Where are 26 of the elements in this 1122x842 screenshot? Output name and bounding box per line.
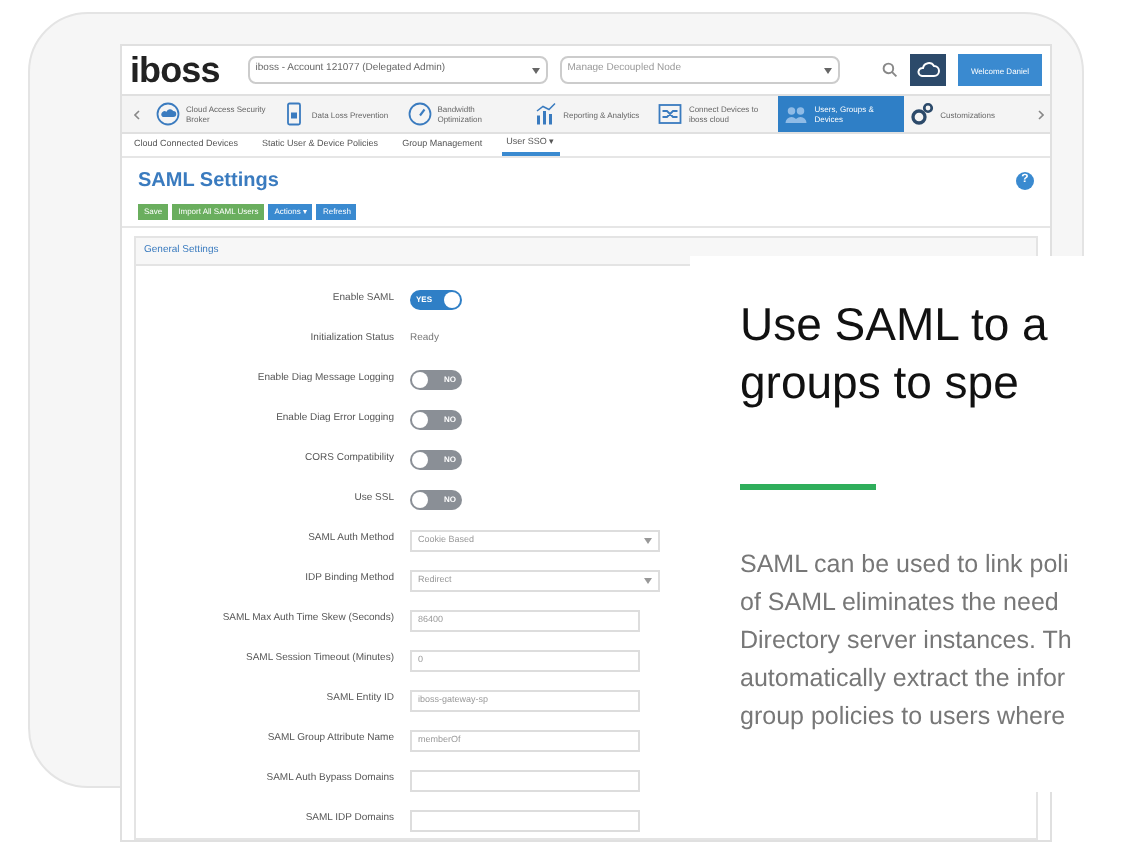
heading-line: Use SAML to a <box>740 296 1050 354</box>
cloud-icon <box>916 62 940 79</box>
search-icon[interactable] <box>882 62 898 79</box>
accent-rule <box>740 484 876 490</box>
cloud-icon <box>156 102 180 127</box>
logo: iboss <box>130 52 220 89</box>
paragraph-line: automatically extract the infor <box>740 662 1068 696</box>
paragraph-line: SAML can be used to link poli <box>740 548 1071 582</box>
input-field[interactable] <box>410 809 640 831</box>
page-title: SAML Settings <box>138 168 279 196</box>
arrows-box-icon <box>658 102 683 127</box>
caret-icon <box>644 537 652 543</box>
caret-icon <box>644 577 652 583</box>
chevron-right-icon[interactable] <box>1037 109 1043 120</box>
chevron-left-icon[interactable] <box>133 109 139 120</box>
bar-chart-icon <box>533 102 558 127</box>
paragraph-line: of SAML eliminates the need <box>740 586 1061 620</box>
caret-icon <box>531 67 540 74</box>
people-icon <box>784 102 809 127</box>
paragraph-line: group policies to users where <box>740 700 1068 734</box>
input-field[interactable] <box>410 769 640 791</box>
cloud-button[interactable] <box>910 54 946 87</box>
heading-line: groups to spe <box>740 354 1021 412</box>
caret-icon <box>823 67 832 74</box>
gauge-icon <box>407 102 432 127</box>
paragraph-line: Directory server instances. Th <box>740 624 1074 658</box>
